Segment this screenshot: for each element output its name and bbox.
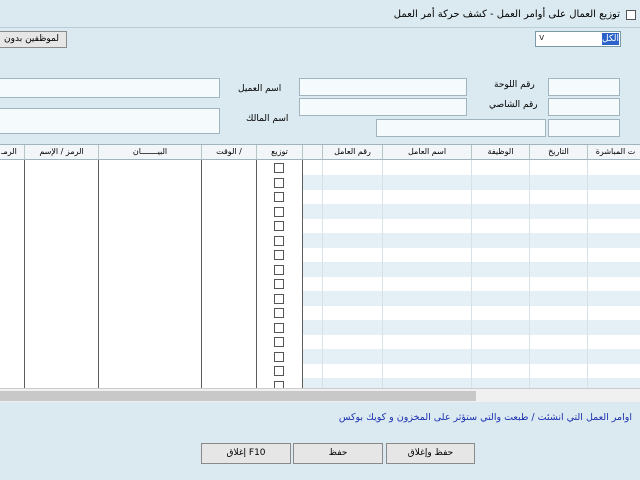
grid-divider xyxy=(382,160,383,391)
owner-details-box[interactable] xyxy=(0,108,220,134)
window-title: توزيع العمال على أوامر العمل - كشف حركة … xyxy=(393,9,620,20)
distribute-checkbox[interactable] xyxy=(274,206,284,217)
grid-divider xyxy=(24,160,25,391)
chassis-label: رقم الشاصي xyxy=(489,100,538,110)
chevron-down-icon[interactable]: v xyxy=(539,33,544,43)
distribute-checkbox[interactable] xyxy=(274,221,284,231)
grid-divider xyxy=(587,160,588,391)
grid-horizontal-scrollbar[interactable] xyxy=(0,388,640,402)
extra-field[interactable] xyxy=(548,119,620,137)
grid-divider xyxy=(529,160,530,391)
save-button[interactable]: حفظ xyxy=(293,443,383,464)
footer-note: اوامر العمل التي انشئت / طبعت والتي ستؤث… xyxy=(338,412,632,423)
scrollbar-thumb[interactable] xyxy=(0,391,476,401)
col-header-time[interactable]: الوقت / xyxy=(202,145,257,160)
distribute-checkbox[interactable] xyxy=(274,250,284,260)
client-details-box[interactable] xyxy=(0,78,220,98)
chassis-number-field[interactable] xyxy=(548,98,620,116)
col-header-description[interactable]: البيـــــــان xyxy=(99,145,202,160)
plate-label: رقم اللوحة xyxy=(494,80,535,90)
distribute-checkbox[interactable] xyxy=(274,279,284,289)
col-header-date[interactable]: التاريخ xyxy=(530,145,588,160)
client-name-field[interactable] xyxy=(299,78,467,96)
distribute-checkbox[interactable] xyxy=(274,366,284,376)
filter-combo[interactable]: v الكل xyxy=(535,31,621,47)
filter-selected-value: الكل xyxy=(602,33,620,45)
col-header-worker-name[interactable]: اسم العامل xyxy=(383,145,472,160)
grid-divider xyxy=(98,160,99,391)
work-orders-grid[interactable]: الرمـ الرمز / الإسم البيـــــــان الوقت … xyxy=(0,144,640,400)
grid-divider xyxy=(201,160,202,391)
distribute-checkbox[interactable] xyxy=(274,192,284,202)
distribute-checkbox[interactable] xyxy=(274,337,284,347)
distribute-checkbox[interactable] xyxy=(274,351,284,362)
distribute-checkbox[interactable] xyxy=(274,308,284,318)
owner-name-field[interactable] xyxy=(376,119,546,137)
window-icon[interactable] xyxy=(626,10,636,20)
title-bar: توزيع العمال على أوامر العمل - كشف حركة … xyxy=(0,0,640,28)
distribute-checkbox[interactable] xyxy=(274,163,284,173)
distribute-checkbox[interactable] xyxy=(274,264,284,275)
close-button[interactable]: إغلاق F10 xyxy=(201,443,291,464)
owner-label: اسم المالك xyxy=(246,114,289,124)
col-header-job[interactable]: الوظيفة xyxy=(472,145,530,160)
distribute-checkbox[interactable] xyxy=(274,177,284,188)
employees-without-button[interactable]: لموظفين بدون xyxy=(0,31,67,48)
client-label: اسم العميل xyxy=(238,84,282,94)
col-header-worker-number[interactable]: رقم العامل xyxy=(323,145,383,160)
chassis-field[interactable] xyxy=(299,98,467,116)
distribute-checkbox[interactable] xyxy=(274,322,284,333)
distribute-checkbox[interactable] xyxy=(274,235,284,246)
col-header-start[interactable]: ت المباشرة xyxy=(588,145,640,160)
plate-number-field[interactable] xyxy=(548,78,620,96)
col-header-code-partial[interactable]: الرمـ xyxy=(0,145,25,160)
col-header-code-name[interactable]: الرمز / الإسم xyxy=(25,145,99,160)
grid-divider xyxy=(322,160,323,391)
save-close-button[interactable]: حفظ وإغلاق xyxy=(386,443,475,464)
grid-divider xyxy=(256,160,257,391)
col-header-blank xyxy=(303,145,323,160)
grid-divider xyxy=(302,160,303,391)
grid-divider xyxy=(471,160,472,391)
distribute-checkbox[interactable] xyxy=(274,293,284,304)
col-header-distribute[interactable]: توزيع xyxy=(257,145,303,160)
